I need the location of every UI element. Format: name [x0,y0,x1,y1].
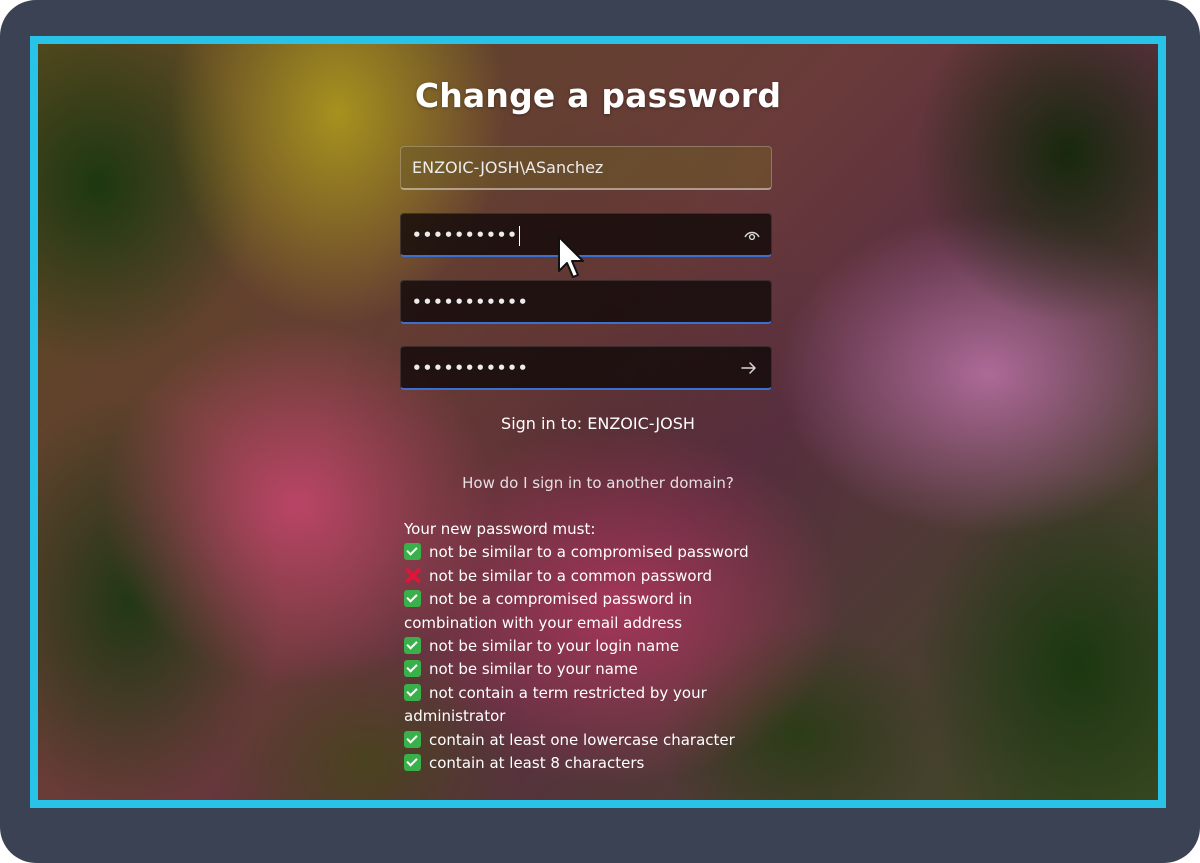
password-requirements: Your new password must: not be similar t… [404,518,784,775]
requirement-item: not be similar to your login name [404,635,784,658]
confirm-password-value: ••••••••••• [412,359,529,377]
requirement-item: not contain a term restricted by your ad… [404,683,707,726]
checkmark-icon [404,754,421,772]
mouse-cursor-icon [558,236,584,278]
old-password-value: •••••••••• [412,225,520,246]
requirement-item: not be a compromised password in combina… [404,590,693,632]
requirement-item: contain at least one lowercase character [404,729,784,752]
new-password-value: ••••••••••• [412,293,529,311]
username-field[interactable]: ENZOIC-JOSH\ASanchez [400,146,772,190]
checkmark-icon [404,637,421,655]
confirm-password-field[interactable]: ••••••••••• [400,346,772,390]
eye-icon[interactable] [743,226,761,244]
page-title: Change a password [414,76,782,115]
cross-icon [404,567,421,584]
arrow-right-icon[interactable] [739,358,759,378]
other-domain-link[interactable]: How do I sign in to another domain? [38,474,1158,492]
username-value: ENZOIC-JOSH\ASanchez [412,158,604,177]
checkmark-icon [404,590,421,608]
requirement-item: not be similar to a compromised password [404,541,784,564]
checkmark-icon [404,543,421,561]
new-password-field[interactable]: ••••••••••• [400,280,772,324]
checkmark-icon [404,730,421,748]
checkmark-icon [404,683,421,701]
sign-in-to-label: Sign in to: ENZOIC-JOSH [501,414,695,433]
text-caret [518,225,520,246]
checkmark-icon [404,660,421,678]
requirements-heading: Your new password must: [404,520,596,538]
requirement-item: not be similar to your name [404,658,784,681]
login-screen: Change a password ENZOIC-JOSH\ASanchez •… [30,36,1166,808]
device-frame: Change a password ENZOIC-JOSH\ASanchez •… [0,0,1200,863]
requirement-item: contain at least 8 characters [404,752,784,775]
requirement-item: not be similar to a common password [404,565,784,588]
